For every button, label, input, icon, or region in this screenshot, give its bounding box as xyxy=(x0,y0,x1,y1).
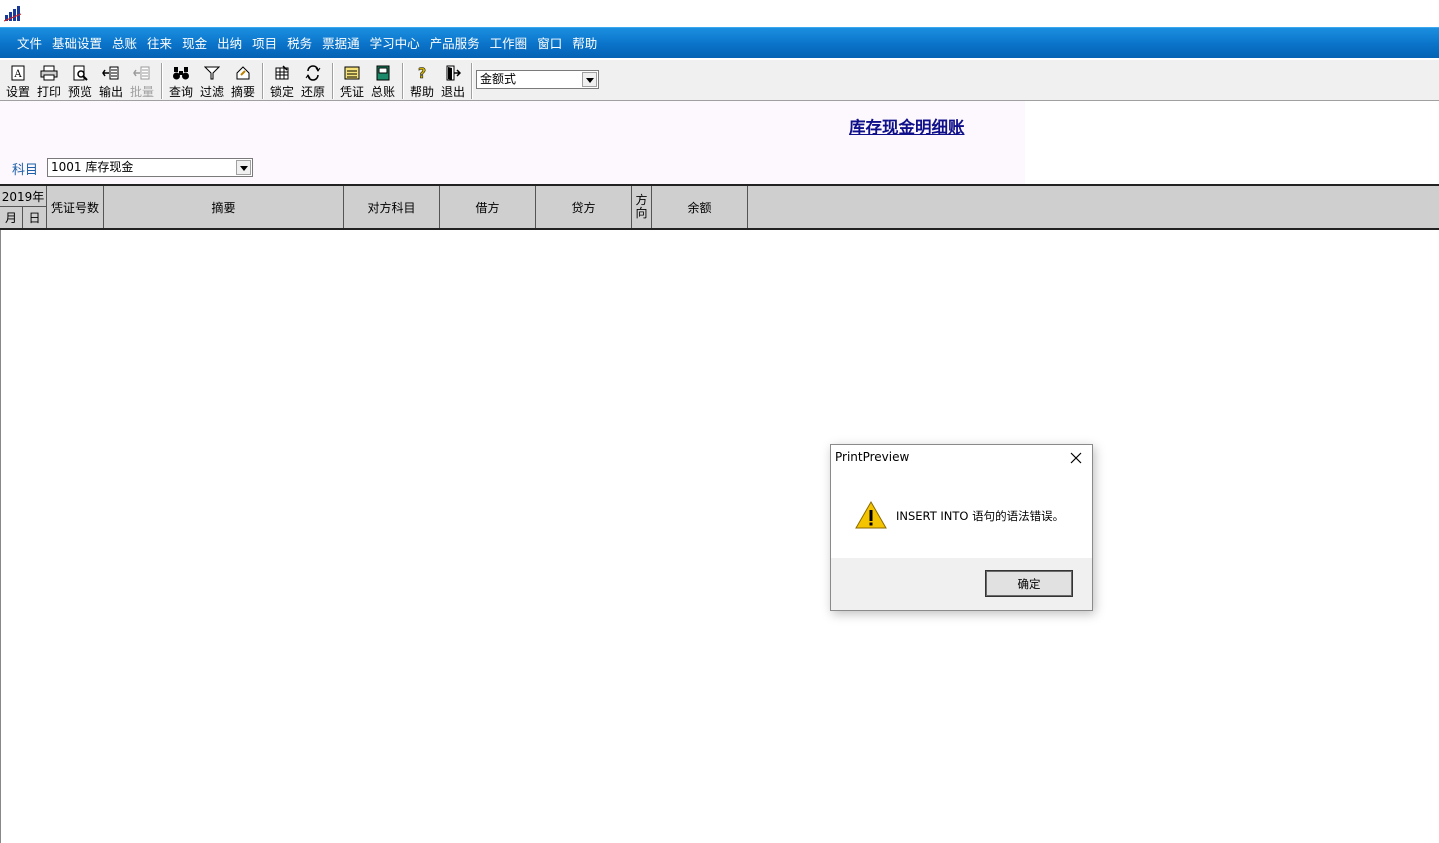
balance-header: 余额 xyxy=(652,186,748,228)
ledger-grid-body[interactable] xyxy=(0,230,1439,843)
help-button[interactable]: ? 帮助 xyxy=(407,62,437,100)
dialog-footer: 确定 xyxy=(831,558,1092,610)
menu-basic-settings[interactable]: 基础设置 xyxy=(47,28,107,59)
menu-transactions[interactable]: 往来 xyxy=(142,28,177,59)
menu-learning-center[interactable]: 学习中心 xyxy=(365,28,425,59)
ok-button[interactable]: 确定 xyxy=(985,570,1073,597)
summary-button[interactable]: 摘要 xyxy=(228,62,258,100)
title-bar xyxy=(0,0,1439,27)
menu-general-ledger[interactable]: 总账 xyxy=(107,28,142,59)
app-logo-icon xyxy=(4,6,22,22)
batch-label: 批量 xyxy=(129,85,154,99)
query-button[interactable]: 查询 xyxy=(166,62,196,100)
toolbar-separator xyxy=(471,63,473,99)
credit-header: 贷方 xyxy=(536,186,632,228)
toolbar-separator xyxy=(262,63,264,99)
summary-label: 摘要 xyxy=(230,85,255,99)
voucher-icon xyxy=(337,65,367,85)
export-label: 输出 xyxy=(98,85,123,99)
exit-button[interactable]: 退出 xyxy=(438,62,468,100)
export-icon xyxy=(96,65,126,85)
menu-cash[interactable]: 现金 xyxy=(177,28,212,59)
menu-tax[interactable]: 税务 xyxy=(282,28,317,59)
binoculars-icon xyxy=(166,65,196,85)
chevron-down-icon[interactable] xyxy=(582,72,597,87)
dialog-title: PrintPreview xyxy=(835,450,910,464)
help-label: 帮助 xyxy=(409,85,434,99)
preview-label: 预览 xyxy=(67,85,92,99)
dialog-message: INSERT INTO 语句的语法错误。 xyxy=(896,509,1065,523)
exit-icon xyxy=(438,65,468,85)
ledger-label: 总账 xyxy=(370,85,395,99)
menu-work-circle[interactable]: 工作圈 xyxy=(485,28,533,59)
day-header: 日 xyxy=(28,211,41,225)
toolbar: A 设置 打印 预览 输出 批量 查询 过滤 摘要 锁定 还原 凭证 总账 ? … xyxy=(0,59,1439,101)
printer-icon xyxy=(34,65,64,85)
print-button[interactable]: 打印 xyxy=(34,62,64,100)
exit-label: 退出 xyxy=(440,85,465,99)
voucher-no-header: 凭证号数 xyxy=(47,186,104,228)
report-title: 库存现金明细账 xyxy=(849,118,965,137)
menu-bar: 文件 基础设置 总账 往来 现金 出纳 项目 税务 票据通 学习中心 产品服务 … xyxy=(0,27,1439,58)
toolbar-separator xyxy=(402,63,404,99)
counter-account-header: 对方科目 xyxy=(344,186,440,228)
summary-header: 摘要 xyxy=(104,186,344,228)
page-setup-icon: A xyxy=(3,65,33,85)
voucher-label: 凭证 xyxy=(339,85,364,99)
error-dialog: PrintPreview INSERT INTO 语句的语法错误。 确定 xyxy=(830,444,1093,611)
menu-file[interactable]: 文件 xyxy=(12,28,47,59)
warning-icon xyxy=(855,501,887,529)
close-icon[interactable] xyxy=(1068,450,1084,466)
debit-header: 借方 xyxy=(440,186,536,228)
summary-icon xyxy=(228,65,258,85)
date-column-header: 2019年 月 日 xyxy=(0,186,47,228)
menu-project[interactable]: 项目 xyxy=(247,28,282,59)
preview-button[interactable]: 预览 xyxy=(65,62,95,100)
batch-button[interactable]: 批量 xyxy=(127,62,157,100)
restore-icon xyxy=(298,65,328,85)
filter-button[interactable]: 过滤 xyxy=(197,62,227,100)
subject-label: 科目 xyxy=(12,163,39,178)
filter-label: 过滤 xyxy=(199,85,224,99)
toolbar-separator xyxy=(161,63,163,99)
app-window: 文件 基础设置 总账 往来 现金 出纳 项目 税务 票据通 学习中心 产品服务 … xyxy=(0,0,1439,843)
lock-label: 锁定 xyxy=(269,85,294,99)
menu-window[interactable]: 窗口 xyxy=(532,28,567,59)
print-preview-icon xyxy=(65,65,95,85)
restore-label: 还原 xyxy=(300,85,325,99)
menu-cashier[interactable]: 出纳 xyxy=(212,28,247,59)
svg-text:A: A xyxy=(13,69,22,80)
lock-grid-icon xyxy=(267,65,297,85)
restore-button[interactable]: 还原 xyxy=(298,62,328,100)
voucher-button[interactable]: 凭证 xyxy=(337,62,367,100)
format-select[interactable]: 金额式 xyxy=(476,70,599,89)
query-label: 查询 xyxy=(168,85,193,99)
menu-invoice-pass[interactable]: 票据通 xyxy=(317,28,365,59)
export-button[interactable]: 输出 xyxy=(96,62,126,100)
lock-button[interactable]: 锁定 xyxy=(267,62,297,100)
format-select-value: 金额式 xyxy=(480,72,517,86)
setup-label: 设置 xyxy=(5,85,30,99)
menu-help[interactable]: 帮助 xyxy=(567,28,602,59)
subject-select-value: 1001 库存现金 xyxy=(51,160,134,174)
year-header: 2019年 xyxy=(0,186,46,207)
svg-text:?: ? xyxy=(418,66,426,81)
chevron-down-icon[interactable] xyxy=(236,160,251,175)
help-icon: ? xyxy=(407,65,437,85)
ledger-grid-header: 2019年 月 日 凭证号数 摘要 对方科目 借方 贷方 方向 余额 xyxy=(0,184,1439,230)
toolbar-separator xyxy=(332,63,334,99)
direction-header: 方向 xyxy=(632,186,652,228)
menu-product-services[interactable]: 产品服务 xyxy=(425,28,485,59)
batch-export-icon xyxy=(127,65,157,85)
ledger-button[interactable]: 总账 xyxy=(368,62,398,100)
setup-button[interactable]: A 设置 xyxy=(3,62,33,100)
ledger-book-icon xyxy=(368,65,398,85)
print-label: 打印 xyxy=(36,85,61,99)
month-header: 月 xyxy=(0,207,23,228)
filter-icon xyxy=(197,65,227,85)
subject-select[interactable]: 1001 库存现金 xyxy=(47,158,253,177)
